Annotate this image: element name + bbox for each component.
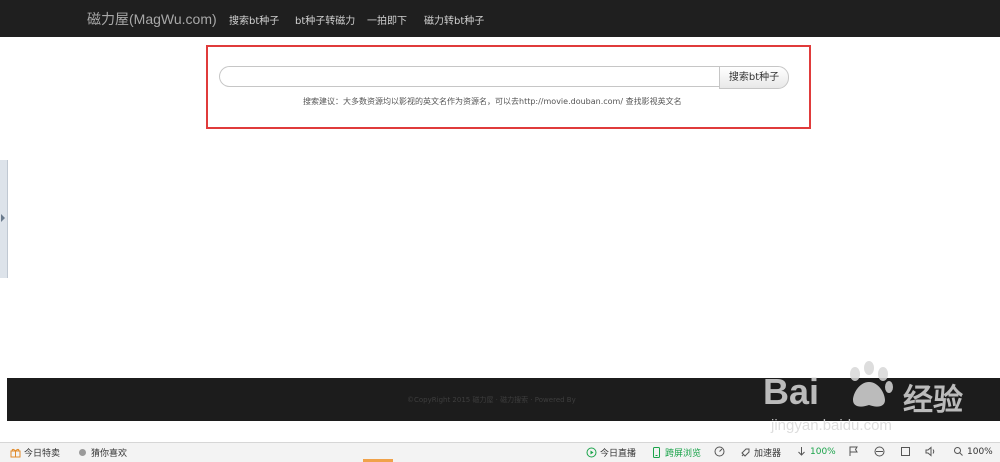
statusbar-download[interactable]: 100% bbox=[796, 446, 836, 457]
speaker-icon bbox=[925, 446, 935, 457]
statusbar-today-deals[interactable]: 今日特卖 bbox=[10, 446, 60, 459]
window-icon bbox=[901, 447, 910, 456]
dot-icon bbox=[79, 449, 86, 456]
statusbar-live-label: 今日直播 bbox=[600, 449, 637, 459]
nav-bt-to-magnet[interactable]: bt种子转磁力 bbox=[295, 12, 355, 27]
statusbar-ie-mode[interactable] bbox=[874, 446, 885, 457]
gift-icon bbox=[10, 448, 21, 458]
statusbar-today-deals-label: 今日特卖 bbox=[24, 449, 61, 459]
statusbar-speed-tool[interactable] bbox=[714, 446, 725, 457]
page-footer: ©CopyRight 2015 磁力屋 · 磁力搜索 · Powered By bbox=[7, 378, 1000, 421]
nav-search-bt[interactable]: 搜索bt种子 bbox=[229, 12, 279, 27]
nav-one-click-download[interactable]: 一拍即下 bbox=[367, 12, 407, 27]
footer-copyright: ©CopyRight 2015 磁力屋 · 磁力搜索 · Powered By bbox=[407, 396, 576, 404]
arrow-down-icon bbox=[798, 447, 805, 456]
rocket-icon bbox=[741, 448, 750, 457]
search-button[interactable]: 搜索bt种子 bbox=[719, 66, 789, 89]
statusbar-live[interactable]: 今日直播 bbox=[586, 446, 636, 459]
gauge-icon bbox=[714, 446, 725, 457]
statusbar-accelerator-label: 加速器 bbox=[754, 449, 782, 459]
top-navbar: 磁力屋(MagWu.com) 搜索bt种子 bt种子转磁力 一拍即下 磁力转bt… bbox=[0, 0, 1000, 37]
statusbar-accelerator[interactable]: 加速器 bbox=[740, 446, 781, 459]
statusbar-cross-screen[interactable]: 跨屏浏览 bbox=[651, 446, 701, 459]
statusbar-download-percent: 100% bbox=[810, 446, 836, 457]
statusbar-flag[interactable] bbox=[848, 446, 859, 457]
browser-statusbar: 今日特卖 猜你喜欢 今日直播 跨屏浏览 加速器 100% 100% bbox=[0, 442, 1000, 462]
statusbar-window[interactable] bbox=[900, 446, 911, 457]
statusbar-sound[interactable] bbox=[925, 446, 936, 457]
nav-magnet-to-bt[interactable]: 磁力转bt种子 bbox=[424, 12, 484, 27]
site-brand[interactable]: 磁力屋(MagWu.com) bbox=[87, 9, 217, 29]
phone-icon bbox=[653, 447, 660, 458]
search-input[interactable] bbox=[219, 66, 724, 87]
statusbar-zoom-level: 100% bbox=[967, 446, 993, 457]
statusbar-recommend-label: 猜你喜欢 bbox=[91, 449, 128, 459]
flag-icon bbox=[849, 446, 858, 456]
magnifier-icon bbox=[954, 447, 963, 456]
statusbar-recommend[interactable]: 猜你喜欢 bbox=[77, 446, 127, 459]
chevron-right-icon bbox=[1, 214, 5, 222]
play-circle-icon bbox=[586, 447, 597, 458]
browser-e-icon bbox=[874, 446, 885, 457]
search-hint: 搜索建议：大多数资源均以影视的英文名作为资源名，可以去http://movie.… bbox=[303, 97, 682, 106]
side-panel-toggle[interactable] bbox=[0, 160, 8, 278]
statusbar-zoom[interactable]: 100% bbox=[953, 446, 993, 457]
statusbar-cross-screen-label: 跨屏浏览 bbox=[665, 449, 702, 459]
